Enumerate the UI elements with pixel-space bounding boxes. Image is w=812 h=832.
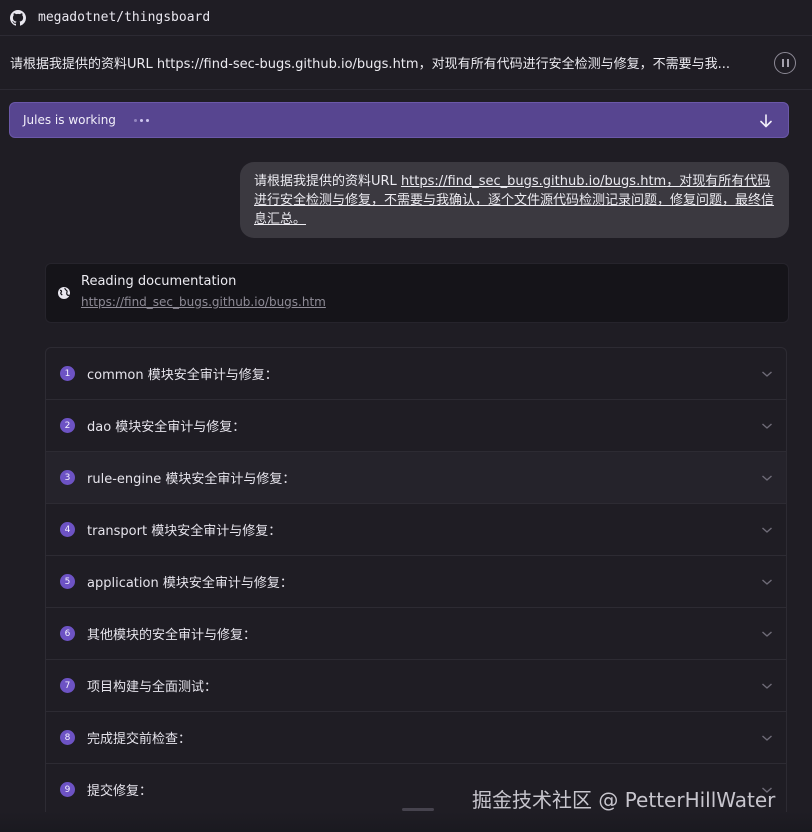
chevron-down-icon[interactable] <box>761 681 773 691</box>
loading-dots-icon <box>133 118 149 122</box>
arrow-down-icon[interactable] <box>758 113 774 129</box>
step-number-badge: 7 <box>60 678 75 693</box>
plan-step[interactable]: 3 rule-engine 模块安全审计与修复： <box>46 452 786 504</box>
watermark-text: 掘金技术社区 @ PetterHillWater <box>472 788 776 812</box>
chevron-down-icon[interactable] <box>761 421 773 431</box>
documentation-card: Reading documentation https://find_sec_b… <box>45 263 789 323</box>
step-number-badge: 4 <box>60 522 75 537</box>
step-number-badge: 9 <box>60 782 75 797</box>
status-label: Jules is working <box>23 113 116 127</box>
message-prefix: 请根据我提供的资料URL <box>254 174 401 189</box>
step-label: 提交修复： <box>87 784 153 799</box>
chevron-down-icon[interactable] <box>761 733 773 743</box>
step-number-badge: 6 <box>60 626 75 641</box>
chevron-down-icon[interactable] <box>761 369 773 379</box>
doc-title: Reading documentation <box>81 274 237 289</box>
repo-header: megadotnet/thingsboard <box>0 0 812 36</box>
step-number-badge: 5 <box>60 574 75 589</box>
step-label: dao 模块安全审计与修复： <box>87 420 246 435</box>
step-label: common 模块安全审计与修复： <box>87 368 278 383</box>
step-label: rule-engine 模块安全审计与修复： <box>87 472 296 487</box>
step-label: application 模块安全审计与修复： <box>87 576 293 591</box>
doc-url-link[interactable]: https://find_sec_bugs.github.io/bugs.htm <box>81 295 326 309</box>
chevron-down-icon[interactable] <box>761 577 773 587</box>
step-label: 其他模块的安全审计与修复： <box>87 628 257 643</box>
chevron-down-icon[interactable] <box>761 473 773 483</box>
repo-name[interactable]: megadotnet/thingsboard <box>38 10 210 25</box>
step-label: 完成提交前检查： <box>87 732 192 747</box>
task-header: 请根据我提供的资料URL https://find-sec-bugs.githu… <box>0 36 812 90</box>
plan-step[interactable]: 6 其他模块的安全审计与修复： <box>46 608 786 660</box>
user-message: 请根据我提供的资料URL https://find_sec_bugs.githu… <box>240 162 789 238</box>
plan-step[interactable]: 7 项目构建与全面测试： <box>46 660 786 712</box>
plan-step[interactable]: 1 common 模块安全审计与修复： <box>46 348 786 400</box>
status-banner: Jules is working <box>9 102 789 138</box>
globe-icon <box>58 287 70 299</box>
plan-step[interactable]: 2 dao 模块安全审计与修复： <box>46 400 786 452</box>
step-number-badge: 1 <box>60 366 75 381</box>
plan-step[interactable]: 8 完成提交前检查： <box>46 712 786 764</box>
pause-button[interactable] <box>774 52 796 74</box>
chevron-down-icon[interactable] <box>761 629 773 639</box>
plan-step[interactable]: 5 application 模块安全审计与修复： <box>46 556 786 608</box>
plan-steps-list: 1 common 模块安全审计与修复： 2 dao 模块安全审计与修复： 3 r… <box>45 347 787 817</box>
task-title: 请根据我提供的资料URL https://find-sec-bugs.githu… <box>10 57 730 72</box>
step-label: transport 模块安全审计与修复： <box>87 524 282 539</box>
github-icon[interactable] <box>10 9 26 26</box>
step-number-badge: 8 <box>60 730 75 745</box>
chevron-down-icon[interactable] <box>761 525 773 535</box>
step-number-badge: 3 <box>60 470 75 485</box>
step-label: 项目构建与全面测试： <box>87 680 218 695</box>
step-number-badge: 2 <box>60 418 75 433</box>
message-link[interactable]: https://find_sec_bugs.github.io/bugs.htm <box>401 174 666 189</box>
pause-icon <box>781 59 789 67</box>
scrollbar-thumb[interactable] <box>402 808 434 811</box>
plan-step[interactable]: 4 transport 模块安全审计与修复： <box>46 504 786 556</box>
bottom-fade <box>0 812 812 832</box>
